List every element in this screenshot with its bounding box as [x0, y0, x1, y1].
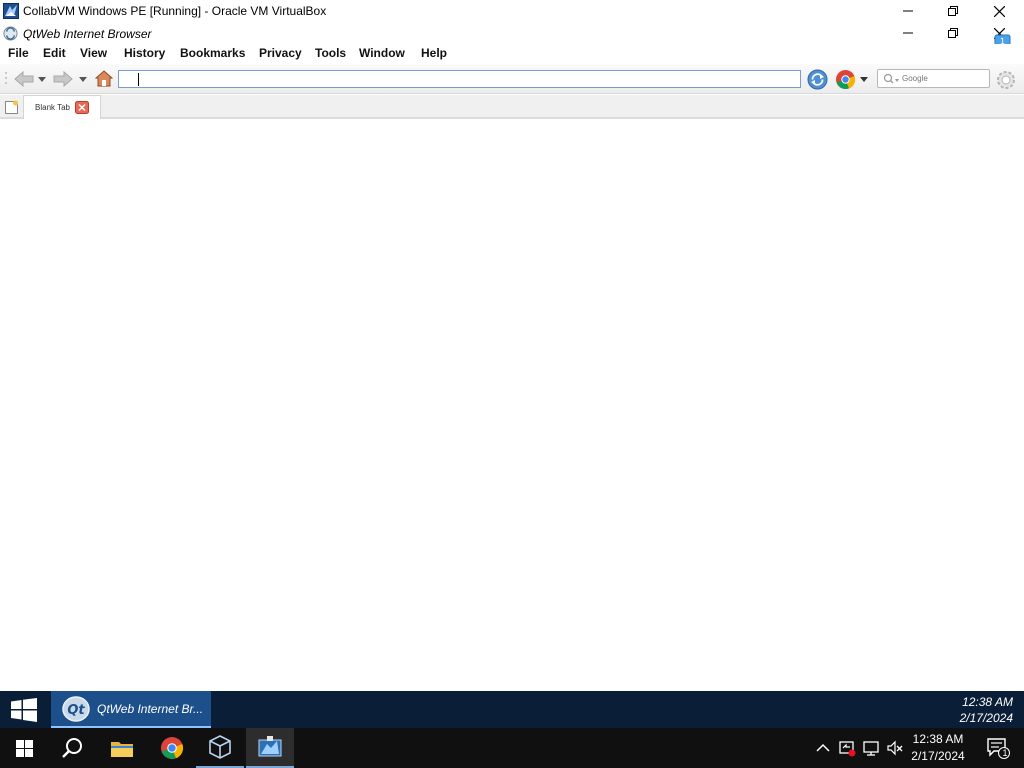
- host-search-button[interactable]: [48, 728, 96, 768]
- toolbar-grip-icon: [5, 72, 7, 84]
- guest-taskbar: Qt QtWeb Internet Br... 12:38 AM 2/17/20…: [0, 691, 1024, 728]
- host-clock-date: 2/17/2024: [911, 749, 965, 763]
- menu-history[interactable]: History: [124, 46, 165, 60]
- menu-window[interactable]: Window: [359, 46, 405, 60]
- web-content-area[interactable]: [0, 119, 1024, 691]
- menu-file[interactable]: File: [8, 46, 29, 60]
- action-center-button[interactable]: 1: [978, 728, 1018, 768]
- search-input[interactable]: [902, 72, 987, 85]
- network-icon[interactable]: [862, 739, 880, 757]
- forward-arrow-icon[interactable]: [53, 71, 73, 87]
- menu-tools[interactable]: Tools: [315, 46, 346, 60]
- windows-logo-icon: [11, 697, 37, 722]
- windows-logo-icon: [15, 739, 33, 757]
- host-chrome-button[interactable]: [148, 728, 196, 768]
- close-tab-icon[interactable]: [75, 101, 89, 114]
- back-arrow-icon[interactable]: [14, 71, 34, 87]
- guest-clock-time: 12:38 AM: [962, 695, 1013, 709]
- file-explorer-icon: [111, 741, 133, 757]
- text-cursor: [138, 73, 139, 86]
- vbox-title-bar: CollabVM Windows PE [Running] - Oracle V…: [0, 0, 1024, 22]
- qtweb-logo-icon: [3, 26, 18, 41]
- virtualbox-vm-icon: [258, 736, 282, 757]
- home-icon[interactable]: [95, 70, 113, 87]
- vbox-minimize-button[interactable]: [885, 0, 931, 22]
- windows-security-icon[interactable]: [838, 739, 856, 757]
- notification-count: 1: [1002, 748, 1008, 758]
- guest-clock[interactable]: 12:38 AM 2/17/2024: [960, 694, 1013, 726]
- minimize-icon: [903, 10, 913, 12]
- show-hidden-icons-chevron-icon[interactable]: [814, 739, 832, 757]
- menu-bar: File Edit View History Bookmarks Privacy…: [0, 44, 1024, 64]
- svg-text:Qt: Qt: [67, 703, 85, 718]
- guest-taskbar-qtweb-button[interactable]: Qt QtWeb Internet Br...: [51, 691, 211, 728]
- search-box[interactable]: [877, 69, 990, 88]
- search-icon: [883, 73, 899, 84]
- restore-icon: [948, 28, 958, 38]
- host-start-button[interactable]: [0, 728, 48, 768]
- user-agent-dropdown-icon[interactable]: [860, 77, 868, 82]
- settings-gear-icon[interactable]: [994, 68, 1018, 92]
- host-clock[interactable]: 12:38 AM 2/17/2024: [905, 731, 971, 765]
- tab-label: Blank Tab: [35, 103, 70, 112]
- virtualbox-icon: [3, 3, 19, 19]
- minimize-icon: [903, 32, 913, 34]
- menu-bookmarks[interactable]: Bookmarks: [180, 46, 245, 60]
- chrome-icon: [161, 737, 184, 759]
- menu-help[interactable]: Help: [421, 46, 447, 60]
- guest-task-label: QtWeb Internet Br...: [97, 702, 204, 716]
- vbox-restore-button[interactable]: [930, 0, 976, 22]
- menu-edit[interactable]: Edit: [43, 46, 66, 60]
- forward-history-dropdown-icon[interactable]: [79, 77, 87, 82]
- host-file-explorer-button[interactable]: [98, 728, 146, 768]
- virtualbox-cube-icon: [209, 735, 231, 759]
- vbox-close-button[interactable]: [976, 0, 1022, 22]
- host-virtualbox-vm-button[interactable]: [246, 728, 294, 768]
- search-icon: [62, 738, 82, 758]
- back-history-dropdown-icon[interactable]: [38, 77, 46, 82]
- volume-muted-icon[interactable]: [886, 739, 904, 757]
- guest-start-button[interactable]: [0, 691, 48, 728]
- host-virtualbox-manager-button[interactable]: [196, 728, 244, 768]
- host-taskbar: 12:38 AM 2/17/2024 1: [0, 728, 1024, 768]
- qtweb-window-title: QtWeb Internet Browser: [23, 27, 152, 41]
- navigation-toolbar: [0, 64, 1024, 94]
- qtweb-minimize-button[interactable]: [885, 22, 931, 44]
- host-clock-time: 12:38 AM: [912, 732, 964, 746]
- qtweb-logo-icon: Qt: [62, 696, 90, 722]
- guest-clock-date: 2/17/2024: [959, 711, 1013, 725]
- menu-view[interactable]: View: [80, 46, 107, 60]
- qtweb-title-bar: QtWeb Internet Browser 1: [0, 22, 1024, 49]
- restore-icon: [948, 6, 958, 16]
- close-icon: [993, 5, 1005, 17]
- vbox-window-title: CollabVM Windows PE [Running] - Oracle V…: [23, 4, 327, 18]
- chrome-browser-icon[interactable]: [835, 69, 856, 90]
- tab-bar: Blank Tab: [0, 95, 1024, 119]
- reload-icon[interactable]: [807, 69, 828, 90]
- new-tab-icon[interactable]: [4, 100, 19, 115]
- tab-blank[interactable]: Blank Tab: [23, 95, 101, 119]
- menu-privacy[interactable]: Privacy: [259, 46, 302, 60]
- qtweb-restore-button[interactable]: [930, 22, 976, 44]
- url-input[interactable]: [118, 70, 801, 88]
